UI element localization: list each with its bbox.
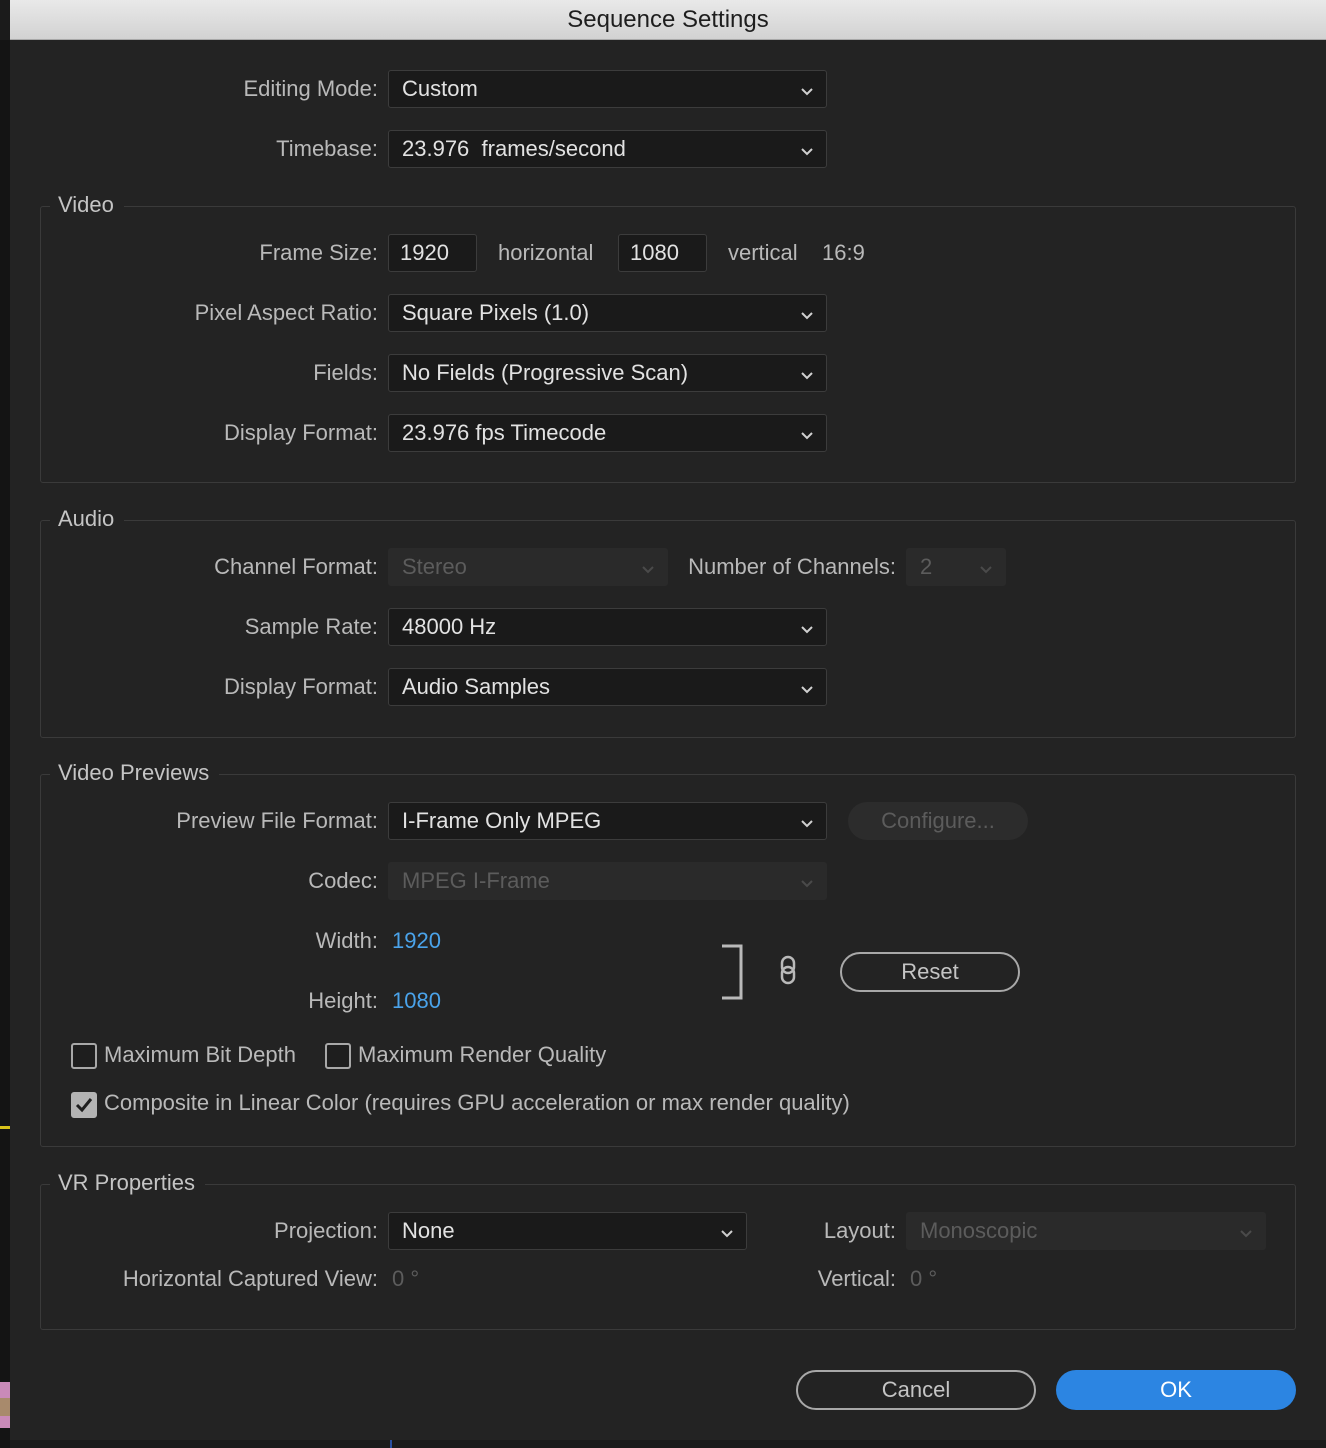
audio-display-format-label: Display Format: [223,674,378,699]
max-bit-depth-checkbox[interactable] [71,1043,97,1069]
reset-button[interactable]: Reset [840,952,1020,992]
sample-rate-select[interactable]: 48000 Hz [388,608,827,646]
layout-value: Monoscopic [920,1218,1038,1243]
chevron-down-icon [798,812,816,830]
video-display-format-value: 23.976 fps Timecode [402,420,607,445]
sample-rate-value: 48000 Hz [402,614,497,639]
layout-label: Layout: [823,1218,896,1243]
number-of-channels-value: 2 [920,554,933,579]
video-previews-section-title: Video Previews [50,760,220,786]
channel-format-label: Channel Format: [214,554,378,579]
projection-label: Projection: [274,1218,378,1243]
projection-select[interactable]: None [388,1212,747,1250]
vertical-value: 0 ° [910,1266,938,1291]
vertical-label: Vertical: [817,1266,896,1291]
max-render-quality-checkbox[interactable] [325,1043,351,1069]
link-bracket-icon [720,944,744,1000]
horizontal-captured-view-label: Horizontal Captured View: [122,1266,378,1291]
projection-value: None [402,1218,455,1243]
preview-file-format-select[interactable]: I-Frame Only MPEG [388,802,827,840]
background-clip-detail [0,1398,10,1416]
editing-mode-select[interactable]: Custom [388,70,827,108]
max-bit-depth-label: Maximum Bit Depth [104,1042,296,1067]
number-of-channels-label: Number of Channels: [688,554,896,579]
chevron-down-icon [798,80,816,98]
chain-link-icon[interactable] [776,954,800,986]
sample-rate-label: Sample Rate: [244,614,378,639]
background-timeline-marker [0,1126,10,1129]
background-panel [0,40,10,1448]
preview-file-format-label: Preview File Format: [176,808,378,833]
fields-label: Fields: [313,360,378,385]
max-render-quality-label: Maximum Render Quality [358,1042,607,1067]
codec-label: Codec: [308,868,378,893]
chevron-down-icon [718,1222,736,1240]
vertical-label: vertical [728,240,798,265]
pixel-aspect-ratio-label: Pixel Aspect Ratio: [194,300,378,325]
chevron-down-icon [798,424,816,442]
aspect-ratio-readout: 16:9 [822,240,865,265]
composite-linear-label: Composite in Linear Color (requires GPU … [104,1090,850,1115]
ok-button[interactable]: OK [1056,1370,1296,1410]
vr-properties-section-title: VR Properties [50,1170,205,1196]
height-label: Height: [308,988,378,1013]
chevron-down-icon [798,678,816,696]
preview-height-value[interactable]: 1080 [392,988,441,1014]
composite-linear-checkbox[interactable] [71,1092,97,1118]
layout-select[interactable]: Monoscopic [906,1212,1266,1250]
editing-mode-value: Custom [402,76,478,101]
timebase-select[interactable]: 23.976 frames/second [388,130,827,168]
chevron-down-icon [798,872,816,890]
fields-select[interactable]: No Fields (Progressive Scan) [388,354,827,392]
pixel-aspect-ratio-select[interactable]: Square Pixels (1.0) [388,294,827,332]
chevron-down-icon [798,140,816,158]
window-title: Sequence Settings [10,0,1326,40]
video-section-title: Video [50,192,124,218]
audio-display-format-select[interactable]: Audio Samples [388,668,827,706]
codec-select[interactable]: MPEG I-Frame [388,862,827,900]
video-display-format-label: Display Format: [223,420,378,445]
vr-properties-section [40,1184,1296,1330]
frame-width-input[interactable]: 1920 [388,234,477,272]
editing-mode-label: Editing Mode: [243,76,378,101]
number-of-channels-select[interactable]: 2 [906,548,1006,586]
codec-value: MPEG I-Frame [402,868,550,893]
background-playhead [390,1440,392,1448]
channel-format-value: Stereo [402,554,467,579]
chevron-down-icon [977,558,995,576]
chevron-down-icon [1237,1222,1255,1240]
width-label: Width: [315,928,378,953]
horizontal-label: horizontal [498,240,594,265]
chevron-down-icon [798,304,816,322]
horizontal-captured-view-value: 0 ° [392,1266,420,1291]
frame-size-label: Frame Size: [259,240,378,265]
video-display-format-select[interactable]: 23.976 fps Timecode [388,414,827,452]
channel-format-select[interactable]: Stereo [388,548,668,586]
chevron-down-icon [639,558,657,576]
chevron-down-icon [798,364,816,382]
frame-height-input[interactable]: 1080 [618,234,707,272]
cancel-button[interactable]: Cancel [796,1370,1036,1410]
audio-section-title: Audio [50,506,125,532]
timebase-label: Timebase: [276,136,378,161]
fields-value: No Fields (Progressive Scan) [402,360,689,385]
audio-display-format-value: Audio Samples [402,674,550,699]
configure-button[interactable]: Configure... [848,802,1028,840]
checkmark-icon [75,1098,93,1113]
chevron-down-icon [798,618,816,636]
preview-width-value[interactable]: 1920 [392,928,441,954]
timebase-value: 23.976 frames/second [402,136,626,161]
pixel-aspect-ratio-value: Square Pixels (1.0) [402,300,590,325]
preview-file-format-value: I-Frame Only MPEG [402,808,602,833]
